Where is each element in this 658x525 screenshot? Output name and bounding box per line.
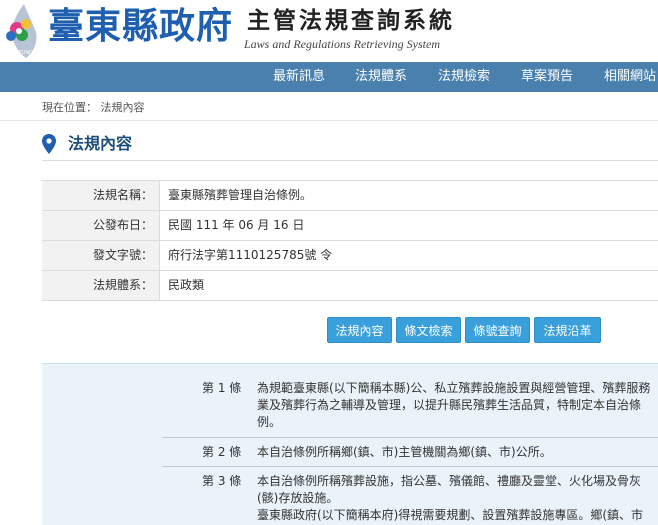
list-item: 第 3 條 本自治條例所稱殯葬設施，指公墓、殯儀館、禮廳及靈堂、火化場及骨灰(骸… [42, 473, 643, 525]
regulation-history-button[interactable]: 法規沿革 [534, 317, 601, 343]
gov-title[interactable]: 臺東縣政府 [48, 4, 233, 48]
info-label-name: 法規名稱： [42, 181, 160, 210]
breadcrumb-current: 法規內容 [100, 101, 145, 114]
info-label-doc-no: 發文字號： [42, 241, 160, 270]
article-number: 第 1 條 [202, 381, 242, 395]
info-value-date: 民國 111 年 06 月 16 日 [168, 218, 305, 232]
article-text: 為規範臺東縣(以下簡稱本縣)公、私立殯葬設施設置與經營管理、殯葬服務業及殯葬行為… [257, 381, 651, 429]
nav-item-draft-notice[interactable]: 草案預告 [521, 62, 573, 92]
list-item: 第 2 條 本自治條例所稱鄉(鎮、市)主管機關為鄉(鎮、市)公所。 [42, 444, 552, 464]
info-label-category: 法規體系： [42, 271, 160, 300]
regulation-info-table: 法規名稱： 臺東縣殯葬管理自治條例。 公發布日： 民國 111 年 06 月 1… [42, 180, 658, 301]
page-title: 法規內容 [68, 134, 133, 153]
system-subtitle: Laws and Regulations Retrieving System [244, 37, 440, 51]
list-item: 第 1 條 為規範臺東縣(以下簡稱本縣)公、私立殯葬設施設置與經營管理、殯葬服務… [42, 380, 650, 430]
logo-text: TAITUNG [10, 50, 33, 56]
site-header: TAITUNG 臺東縣政府 主管法規查詢系統 Laws and Regulati… [0, 0, 658, 62]
nav-item-latest-news[interactable]: 最新訊息 [273, 62, 325, 92]
info-label-date: 公發布日： [42, 211, 160, 240]
article-text-continued: 臺東縣政府(以下簡稱本府)得視需要規劃、設置殯葬設施專區。鄉(鎮、市 [257, 508, 644, 522]
table-row: 法規名稱： 臺東縣殯葬管理自治條例。 [42, 181, 658, 211]
main-nav: 最新訊息 法規體系 法規檢索 草案預告 相關網站 [0, 62, 658, 92]
table-row: 公發布日： 民國 111 年 06 月 16 日 [42, 211, 658, 241]
breadcrumb-divider [0, 120, 658, 121]
article-number: 第 2 條 [202, 445, 242, 459]
system-title: 主管法規查詢系統 [247, 8, 455, 34]
breadcrumb-label: 現在位置： [42, 101, 97, 114]
article-number-query-button[interactable]: 條號查詢 [465, 317, 530, 343]
articles-list: 第 1 條 為規範臺東縣(以下簡稱本縣)公、私立殯葬設施設置與經營管理、殯葬服務… [42, 363, 658, 525]
article-text: 本自治條例所稱鄉(鎮、市)主管機關為鄉(鎮、市)公所。 [257, 445, 552, 459]
article-divider [162, 466, 658, 467]
article-text: 本自治條例所稱殯葬設施，指公墓、殯儀館、禮廳及靈堂、火化場及骨灰(骸)存放設施。 [257, 474, 642, 505]
info-value-category: 民政類 [168, 278, 205, 292]
breadcrumb: 現在位置： 法規內容 [42, 99, 145, 115]
section-divider [42, 160, 658, 161]
taitung-emblem-icon[interactable]: TAITUNG [2, 2, 42, 60]
regulation-content-button[interactable]: 法規內容 [327, 317, 392, 343]
info-value-name: 臺東縣殯葬管理自治條例。 [168, 188, 313, 202]
article-search-button[interactable]: 條文檢索 [396, 317, 461, 343]
map-pin-icon [42, 134, 56, 154]
article-number: 第 3 條 [202, 474, 242, 488]
nav-item-regulation-search[interactable]: 法規檢索 [438, 62, 490, 92]
nav-item-regulation-system[interactable]: 法規體系 [355, 62, 407, 92]
nav-item-related-sites[interactable]: 相關網站 [604, 62, 656, 92]
table-row: 發文字號： 府行法字第1110125785號 令 [42, 241, 658, 271]
article-divider [162, 437, 658, 438]
info-value-doc-no: 府行法字第1110125785號 令 [168, 248, 333, 262]
table-row: 法規體系： 民政類 [42, 271, 658, 301]
